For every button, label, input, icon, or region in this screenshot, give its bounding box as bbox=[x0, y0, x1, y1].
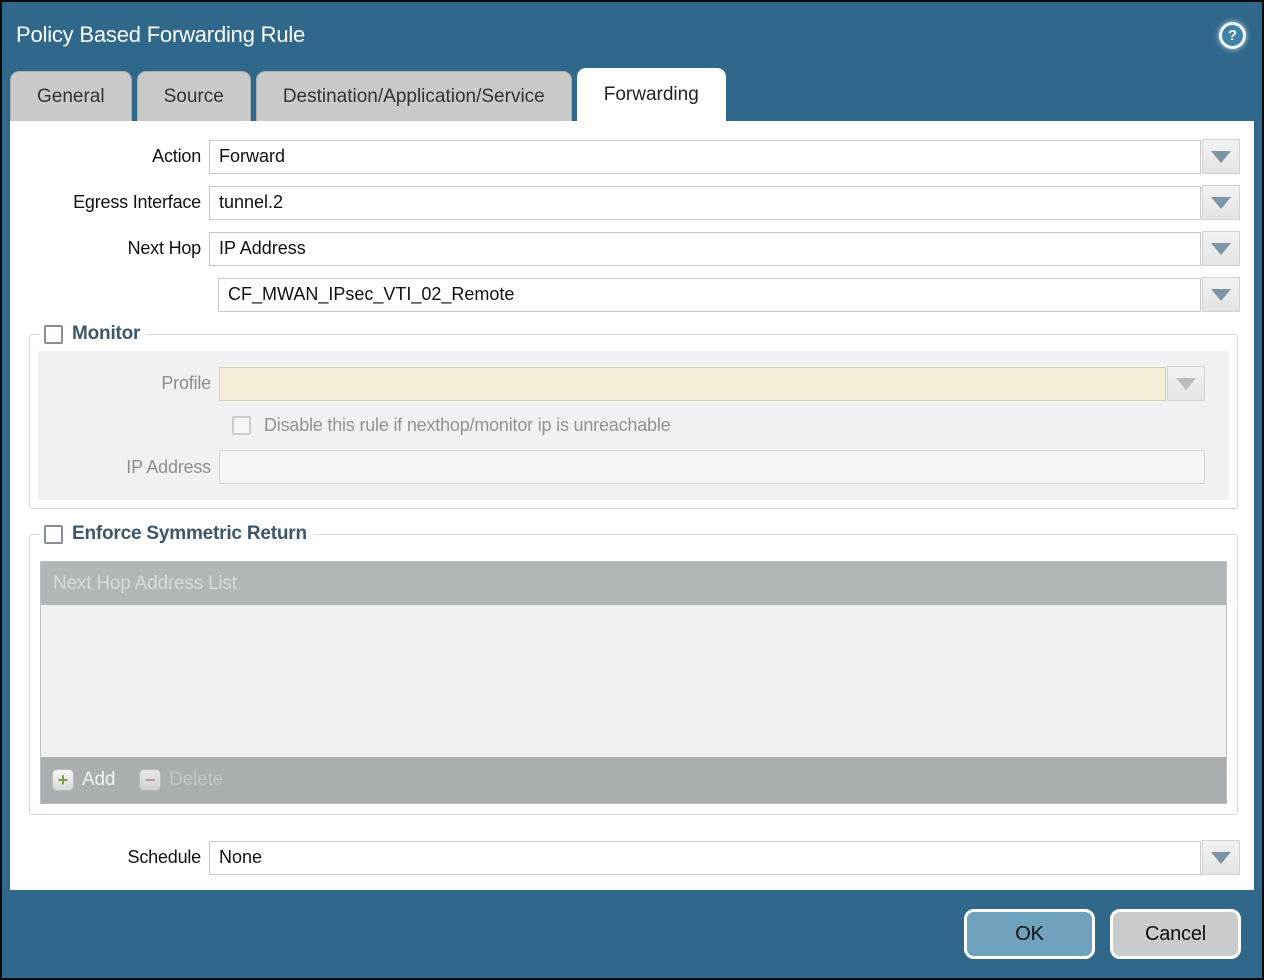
add-button[interactable]: + Add bbox=[52, 769, 115, 791]
monitor-panel: Profile Disable this rule if nexthop/mon… bbox=[38, 351, 1229, 500]
table-body-empty[interactable] bbox=[41, 605, 1226, 757]
help-icon[interactable]: ? bbox=[1219, 22, 1246, 49]
next-hop-dropdown-button[interactable] bbox=[1202, 231, 1240, 266]
schedule-label: Schedule bbox=[10, 847, 209, 868]
plus-icon: + bbox=[52, 769, 74, 791]
table-toolbar: + Add − Delete bbox=[41, 757, 1226, 803]
monitor-legend-label: Monitor bbox=[72, 323, 140, 345]
disable-rule-checkbox bbox=[232, 416, 251, 435]
egress-interface-select[interactable]: tunnel.2 bbox=[209, 186, 1201, 220]
dialog-title-bar: Policy Based Forwarding Rule ? bbox=[2, 2, 1262, 68]
tab-forwarding[interactable]: Forwarding bbox=[577, 68, 726, 121]
disable-rule-label: Disable this rule if nexthop/monitor ip … bbox=[264, 415, 670, 436]
cancel-button[interactable]: Cancel bbox=[1110, 909, 1241, 959]
delete-button: − Delete bbox=[139, 769, 223, 791]
table-header: Next Hop Address List bbox=[41, 562, 1226, 605]
profile-dropdown-button bbox=[1167, 366, 1205, 401]
tab-bar: General Source Destination/Application/S… bbox=[2, 68, 1262, 121]
next-hop-type-select[interactable]: IP Address bbox=[209, 232, 1201, 266]
minus-icon: − bbox=[139, 769, 161, 791]
enforce-symmetric-return-checkbox[interactable] bbox=[44, 525, 63, 544]
next-hop-address-list-column-header: Next Hop Address List bbox=[53, 573, 237, 595]
egress-interface-dropdown-button[interactable] bbox=[1202, 185, 1240, 220]
profile-select bbox=[219, 367, 1166, 401]
action-row: Action Forward bbox=[10, 139, 1254, 174]
help-icon-glyph: ? bbox=[1228, 27, 1237, 44]
egress-interface-row: Egress Interface tunnel.2 bbox=[10, 185, 1254, 220]
chevron-down-icon bbox=[1211, 852, 1231, 864]
dialog-title: Policy Based Forwarding Rule bbox=[16, 22, 1219, 48]
monitor-checkbox[interactable] bbox=[44, 325, 63, 344]
delete-button-label: Delete bbox=[169, 769, 223, 791]
disable-rule-row: Disable this rule if nexthop/monitor ip … bbox=[232, 415, 1219, 436]
chevron-down-icon bbox=[1211, 197, 1231, 209]
enforce-symmetric-return-legend: Enforce Symmetric Return bbox=[40, 523, 313, 545]
egress-interface-label: Egress Interface bbox=[10, 192, 209, 213]
schedule-row: Schedule None bbox=[10, 840, 1254, 875]
monitor-legend: Monitor bbox=[40, 323, 146, 345]
next-hop-address-list-table: Next Hop Address List + Add − Delete bbox=[40, 561, 1227, 804]
chevron-down-icon bbox=[1176, 378, 1196, 390]
chevron-down-icon bbox=[1211, 151, 1231, 163]
monitor-ip-address-row: IP Address bbox=[38, 450, 1219, 484]
schedule-select[interactable]: None bbox=[209, 841, 1201, 875]
dialog-footer: OK Cancel bbox=[2, 890, 1262, 978]
next-hop-address-dropdown-button[interactable] bbox=[1202, 277, 1240, 312]
schedule-dropdown-button[interactable] bbox=[1202, 840, 1240, 875]
action-label: Action bbox=[10, 146, 209, 167]
action-dropdown-button[interactable] bbox=[1202, 139, 1240, 174]
action-select[interactable]: Forward bbox=[209, 140, 1201, 174]
next-hop-address-select[interactable]: CF_MWAN_IPsec_VTI_02_Remote bbox=[218, 278, 1201, 312]
add-button-label: Add bbox=[82, 769, 115, 791]
chevron-down-icon bbox=[1211, 289, 1231, 301]
policy-based-forwarding-rule-dialog: Policy Based Forwarding Rule ? General S… bbox=[0, 0, 1264, 980]
profile-row: Profile bbox=[38, 366, 1219, 401]
ok-button[interactable]: OK bbox=[964, 909, 1095, 959]
next-hop-row: Next Hop IP Address bbox=[10, 231, 1254, 266]
tab-general[interactable]: General bbox=[10, 71, 132, 121]
forwarding-tab-panel: Action Forward Egress Interface tunnel.2… bbox=[10, 121, 1254, 890]
tab-source[interactable]: Source bbox=[137, 71, 251, 121]
next-hop-address-row: CF_MWAN_IPsec_VTI_02_Remote bbox=[10, 277, 1254, 312]
profile-label: Profile bbox=[38, 373, 219, 394]
chevron-down-icon bbox=[1211, 243, 1231, 255]
enforce-symmetric-return-section: Enforce Symmetric Return Next Hop Addres… bbox=[29, 523, 1238, 815]
monitor-ip-address-input bbox=[219, 450, 1205, 484]
monitor-ip-address-label: IP Address bbox=[38, 457, 219, 478]
enforce-symmetric-return-legend-label: Enforce Symmetric Return bbox=[72, 523, 307, 545]
tab-destination-application-service[interactable]: Destination/Application/Service bbox=[256, 71, 572, 121]
next-hop-label: Next Hop bbox=[10, 238, 209, 259]
monitor-section: Monitor Profile Disable this rule if nex… bbox=[29, 323, 1238, 509]
